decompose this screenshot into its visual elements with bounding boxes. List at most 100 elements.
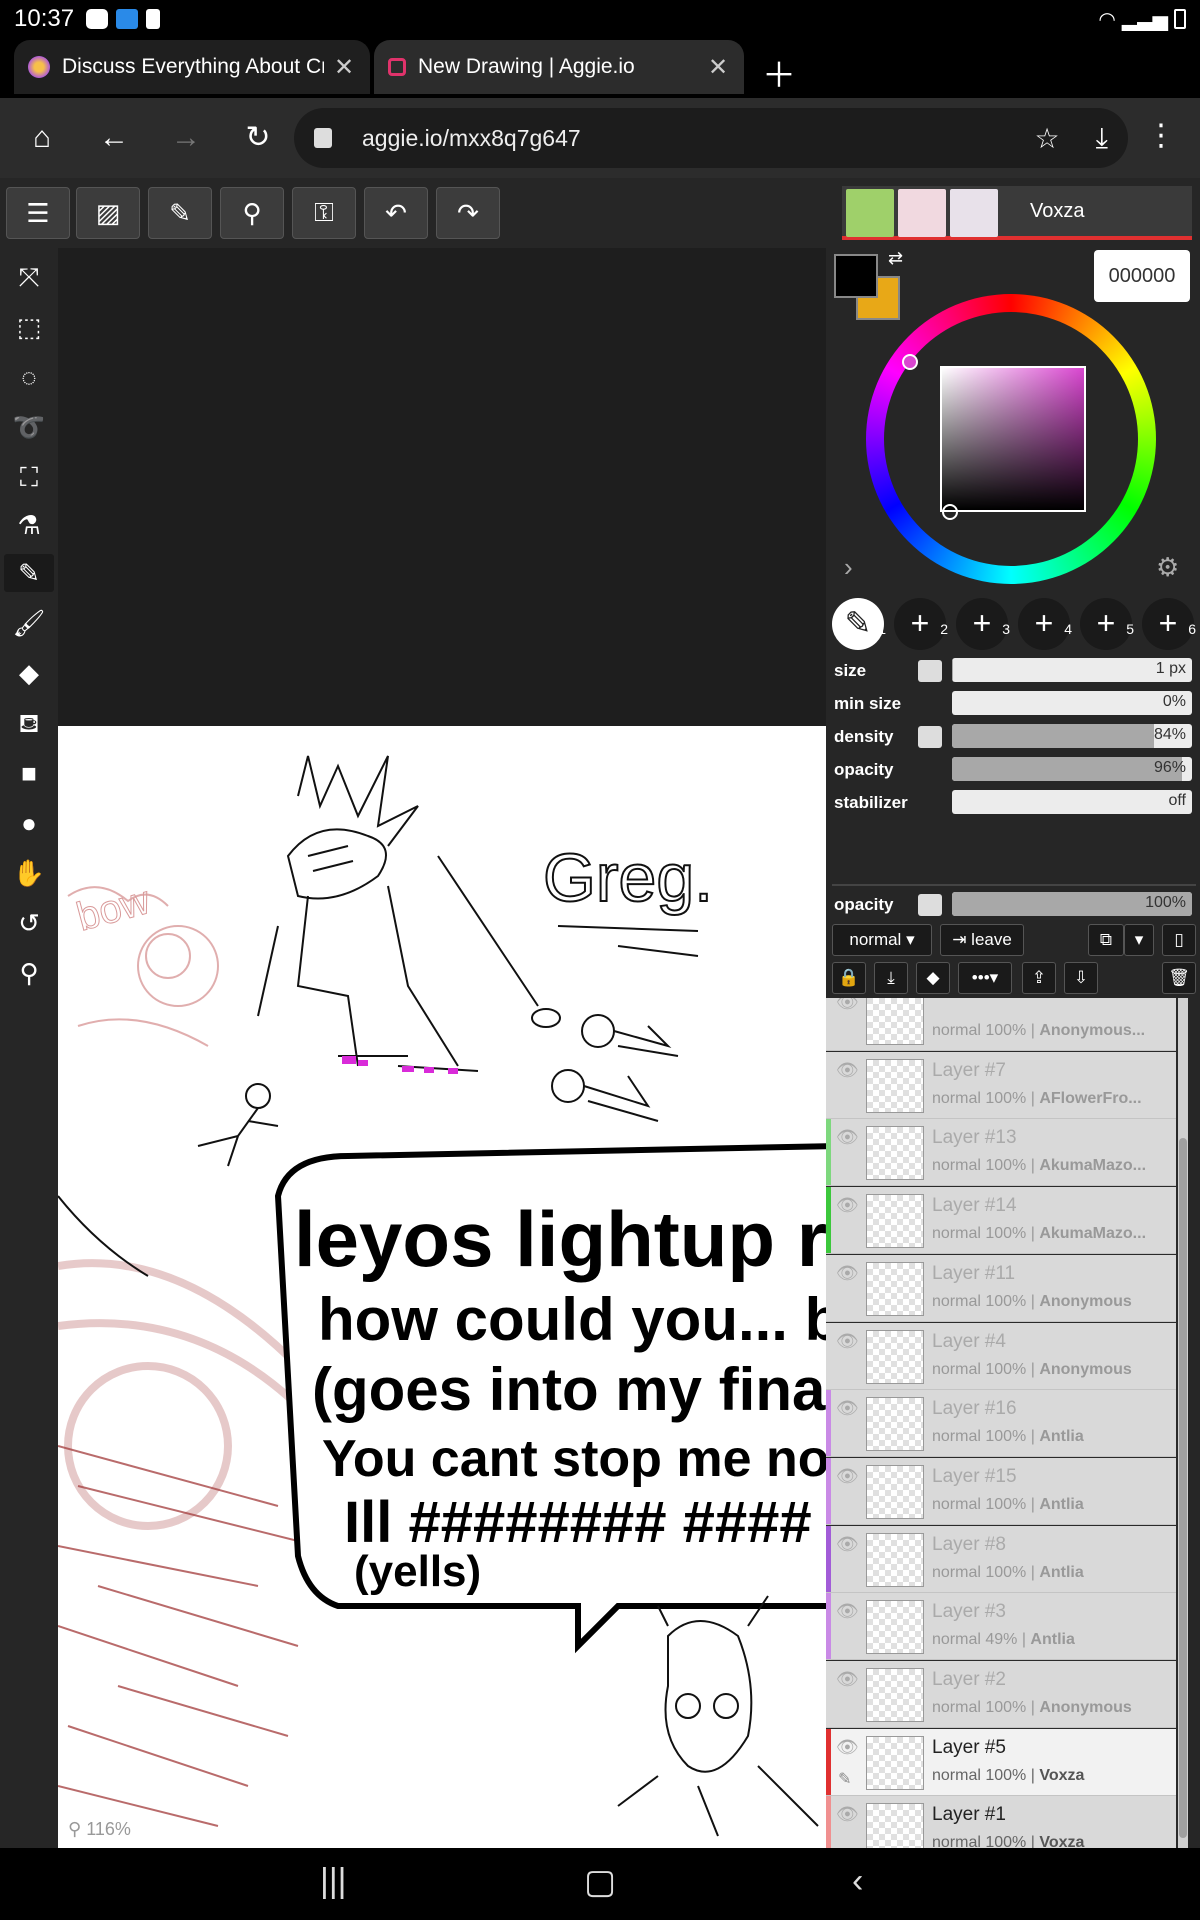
lasso-icon[interactable]: ➰ (10, 408, 48, 446)
chevron-right-icon[interactable]: › (844, 552, 853, 583)
layer-row[interactable]: 👁 normal 100% | Anonymous... (826, 998, 1176, 1051)
brush-slot-2[interactable]: +2 (894, 598, 948, 650)
brush-slot-1[interactable]: ✎ 1 (832, 598, 886, 650)
eye-icon[interactable]: 👁 (836, 1737, 859, 1758)
sv-knob[interactable] (942, 504, 958, 520)
eye-icon[interactable]: 👁 (836, 1331, 859, 1352)
hand-pan-icon[interactable]: ✋ (10, 854, 48, 892)
hex-color-input[interactable]: 000000 (1094, 250, 1190, 302)
min-size-slider[interactable]: 0% (952, 691, 1192, 715)
tab-discuss-everything[interactable]: Discuss Everything About Cr ✕ (14, 40, 370, 94)
eye-icon[interactable]: 👁 (836, 1669, 859, 1690)
redo-button[interactable]: ↷ (436, 187, 500, 239)
blend-mode-select[interactable]: normal ▾ (832, 924, 932, 956)
tab-new-drawing[interactable]: New Drawing | Aggie.io ✕ (374, 40, 744, 94)
upload-layer-button[interactable]: ⇪ (1022, 962, 1056, 994)
key-button[interactable]: ⚿ (292, 187, 356, 239)
system-back-icon[interactable]: ‹ (852, 1862, 863, 1901)
size-pressure-toggle[interactable] (918, 660, 942, 682)
avatar[interactable] (898, 189, 946, 237)
swap-colors-icon[interactable]: ⇄ (888, 248, 903, 269)
eye-icon[interactable]: 👁 (836, 1398, 859, 1419)
gear-icon[interactable]: ⚙ (1156, 552, 1179, 583)
layer-row[interactable]: 👁 Layer #2 normal 100% | Anonymous (826, 1661, 1176, 1728)
ellipse-select-icon[interactable]: ◌ (10, 358, 48, 396)
main-menu-button[interactable]: ☰ (6, 187, 70, 239)
eye-icon[interactable]: 👁 (836, 1601, 859, 1622)
avatar[interactable] (846, 189, 894, 237)
layer-row[interactable]: 👁 Layer #4 normal 100% | Anonymous (826, 1322, 1176, 1390)
eye-icon[interactable]: 👁 (836, 998, 859, 1013)
reload-icon[interactable]: ↻ (236, 116, 280, 160)
browser-menu-icon[interactable]: ⋮ (1146, 118, 1176, 153)
move-tool-icon[interactable]: ⤧ (10, 258, 48, 296)
lock-layer-button[interactable]: 🔒 (832, 962, 866, 994)
duplicate-layer-button[interactable]: ⧉ (1088, 924, 1124, 956)
rectangle-shape-icon[interactable]: ■ (10, 754, 48, 792)
layer-row[interactable]: 👁 Layer #13 normal 100% | AkumaMazo... (826, 1119, 1176, 1187)
layer-row[interactable]: 👁 Layer #14 normal 100% | AkumaMazo... (826, 1187, 1176, 1255)
canvas-background[interactable] (58, 248, 826, 726)
layer-opacity-slider[interactable]: 100% (952, 892, 1192, 916)
transform-icon[interactable]: ⛶ (10, 458, 48, 496)
brush-tool-icon[interactable]: 🖌 (10, 604, 48, 642)
eye-icon[interactable]: 👁 (836, 1127, 859, 1148)
brush-mode-button[interactable]: ✎ (148, 187, 212, 239)
layer-row[interactable]: 👁 Layer #3 normal 49% | Antlia (826, 1593, 1176, 1661)
opacity-slider[interactable]: 96% (952, 757, 1192, 781)
ellipse-shape-icon[interactable]: ● (10, 804, 48, 842)
layer-opacity-toggle[interactable] (918, 894, 942, 916)
new-tab-plus-icon[interactable]: ＋ (762, 48, 796, 97)
hue-knob[interactable] (902, 354, 918, 370)
rect-select-icon[interactable]: ⬚ (10, 308, 48, 346)
bookmark-star-icon[interactable]: ☆ (1035, 122, 1060, 155)
zoom-icon[interactable]: ⚲ (10, 954, 48, 992)
search-button[interactable]: ⚲ (220, 187, 284, 239)
undo-button[interactable]: ↶ (364, 187, 428, 239)
layer-row[interactable]: 👁 ✎ Layer #5 normal 100% | Voxza (826, 1728, 1176, 1796)
layer-row[interactable]: 👁 Layer #11 normal 100% | Anonymous (826, 1254, 1176, 1322)
density-slider[interactable]: 84% (952, 724, 1192, 748)
stabilizer-slider[interactable]: off (952, 790, 1192, 814)
layer-list-scrollbar[interactable] (1178, 998, 1188, 1848)
download-layer-button[interactable]: ⇩ (1064, 962, 1098, 994)
address-bar[interactable]: aggie.io/mxx8q7g647 ☆ ⤓ (294, 108, 1128, 168)
back-arrow-icon[interactable]: ← (92, 116, 136, 160)
layer-row[interactable]: 👁 Layer #15 normal 100% | Antlia (826, 1457, 1176, 1525)
user-bar[interactable]: Voxza (842, 186, 1192, 240)
delete-layer-button[interactable]: 🗑 (1162, 962, 1196, 994)
eye-icon[interactable]: 👁 (836, 1060, 859, 1081)
merge-down-button[interactable]: ⤓ (874, 962, 908, 994)
eye-icon[interactable]: 👁 (836, 1195, 859, 1216)
layer-row[interactable]: 👁 Layer #8 normal 100% | Antlia (826, 1525, 1176, 1593)
leave-layer-button[interactable]: ⇥ leave (940, 924, 1024, 956)
eye-icon[interactable]: 👁 (836, 1263, 859, 1284)
eraser-icon[interactable]: ◆ (10, 654, 48, 692)
brush-slot-3[interactable]: +3 (956, 598, 1010, 650)
recent-apps-icon[interactable]: ||| (320, 1862, 347, 1901)
eye-icon[interactable]: 👁 (836, 1466, 859, 1487)
primary-color-swatch[interactable] (834, 254, 878, 298)
layer-options-dropdown[interactable]: ▾ (1124, 924, 1154, 956)
clear-layer-button[interactable]: ◆ (916, 962, 950, 994)
rotate-icon[interactable]: ↺ (10, 904, 48, 942)
forward-arrow-icon[interactable]: → (164, 116, 208, 160)
eyedropper-icon[interactable]: ⚗ (10, 506, 48, 544)
image-button[interactable]: ▨ (76, 187, 140, 239)
layer-row[interactable]: 👁 Layer #16 normal 100% | Antlia (826, 1390, 1176, 1458)
brush-slot-4[interactable]: +4 (1018, 598, 1072, 650)
eye-icon[interactable]: 👁 (836, 1804, 859, 1825)
close-tab-icon[interactable]: ✕ (706, 53, 730, 82)
avatar[interactable] (950, 189, 998, 237)
layer-row[interactable]: 👁 Layer #7 normal 100% | AFlowerFro... (826, 1051, 1176, 1119)
brush-slot-5[interactable]: +5 (1080, 598, 1134, 650)
home-circle-icon[interactable]: ▢ (584, 1862, 616, 1902)
drawing-canvas[interactable]: Greg. bow leyos lightup rea how could yo… (58, 726, 826, 1848)
fill-bucket-icon[interactable]: ⛾ (10, 704, 48, 742)
brush-slot-6[interactable]: +6 (1142, 598, 1196, 650)
download-icon[interactable]: ⤓ (1096, 122, 1108, 155)
close-tab-icon[interactable]: ✕ (332, 53, 356, 82)
density-pressure-toggle[interactable] (918, 726, 942, 748)
size-slider[interactable]: 1 px (952, 658, 1192, 682)
layer-row[interactable]: 👁 Layer #1 normal 100% | Voxza (826, 1796, 1176, 1848)
